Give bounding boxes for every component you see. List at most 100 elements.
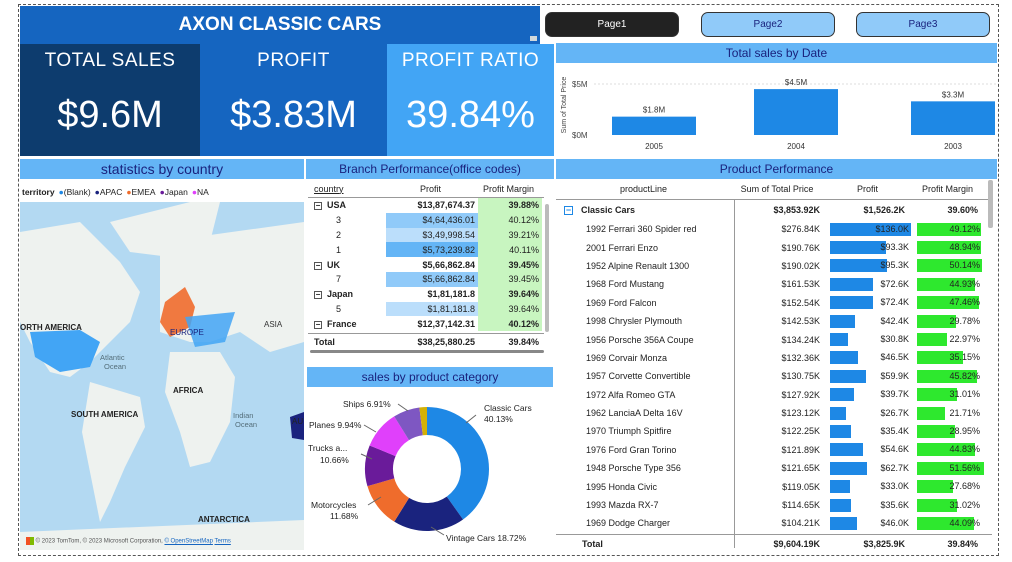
product-row[interactable]: 1993 Mazda RX-7 $114.65K $35.6K 31.02% bbox=[556, 496, 992, 514]
margin-bar-cell: 45.82% bbox=[917, 369, 984, 384]
collapse-icon[interactable]: − bbox=[314, 202, 322, 211]
profit-bar bbox=[830, 406, 846, 420]
slice-label: Motorcycles bbox=[311, 500, 356, 510]
terms-link[interactable]: Terms bbox=[214, 539, 230, 545]
legend-item: ●APAC bbox=[94, 187, 123, 197]
y-axis-label: Sum of Total Price bbox=[561, 77, 568, 134]
profit-bar bbox=[830, 333, 849, 347]
product-row[interactable]: 1970 Triumph Spitfire $122.25K $35.4K 28.95… bbox=[556, 422, 992, 440]
legend-item: ●(Blank) bbox=[58, 187, 91, 197]
collapse-icon[interactable]: − bbox=[564, 206, 573, 215]
legend-item: ●NA bbox=[191, 187, 209, 197]
branch-row[interactable]: 3 $4,64,436.01 40.12% bbox=[308, 212, 544, 228]
margin-bar bbox=[917, 333, 947, 347]
report-title: AXON CLASSIC CARS bbox=[20, 6, 540, 44]
collapse-icon[interactable]: − bbox=[314, 261, 322, 270]
category-title: sales by product category bbox=[307, 367, 553, 387]
branch-header-row: country Profit Profit Margin bbox=[308, 180, 544, 198]
margin-bar-cell: 31.02% bbox=[917, 498, 984, 513]
branch-title: Branch Performance(office codes) bbox=[306, 159, 554, 179]
branch-row[interactable]: 1 $5,73,239.82 40.11% bbox=[308, 242, 544, 258]
branch-row[interactable]: − UK $5,66,862.84 39.45% bbox=[308, 257, 544, 272]
product-row[interactable]: 1962 LanciaA Delta 16V $123.12K $26.7K 21.7… bbox=[556, 404, 992, 422]
profit-bar-cell: $35.4K bbox=[830, 424, 911, 439]
product-row[interactable]: 1969 Dodge Charger $104.21K $46.0K 44.09% bbox=[556, 514, 992, 532]
branch-total-row: Total $38,25,880.25 39.84% bbox=[308, 333, 544, 349]
map-label: AFRICA bbox=[173, 386, 203, 395]
product-row[interactable]: 1952 Alpine Renault 1300 $190.02K $95.3K 50… bbox=[556, 257, 992, 275]
branch-row[interactable]: 5 $1,81,181.8 39.64% bbox=[308, 301, 544, 317]
product-row[interactable]: 1956 Porsche 356A Coupe $134.24K $30.8K 22.… bbox=[556, 330, 992, 348]
branch-scrollbar[interactable] bbox=[545, 204, 549, 332]
osm-link[interactable]: © OpenStreetMap bbox=[164, 539, 212, 545]
profit-bar bbox=[830, 516, 858, 530]
product-row[interactable]: 1969 Corvair Monza $132.36K $46.5K 35.15% bbox=[556, 349, 992, 367]
kpi-total-sales: TOTAL SALES $9.6M bbox=[20, 44, 200, 156]
date-bar[interactable] bbox=[612, 116, 696, 135]
data-label: $1.8M bbox=[643, 106, 666, 115]
margin-bar bbox=[917, 406, 946, 420]
branch-row[interactable]: 7 $5,66,862.84 39.45% bbox=[308, 271, 544, 287]
product-row[interactable]: 1995 Honda Civic $119.05K $33.0K 27.68% bbox=[556, 477, 992, 495]
product-row[interactable]: 1976 Ford Gran Torino $121.89K $54.6K 44.83… bbox=[556, 441, 992, 459]
profit-bar-cell: $72.4K bbox=[830, 295, 911, 310]
data-label: $4.5M bbox=[785, 78, 808, 87]
branch-h-scrollbar[interactable] bbox=[310, 350, 544, 353]
y-tick: $0M bbox=[572, 131, 588, 140]
product-row[interactable]: 2001 Ferrari Enzo $190.76K $93.3K 48.94% bbox=[556, 238, 992, 256]
sales-by-date-chart: Sum of Total Price $5M $0M $1.8M 2005 $4.5… bbox=[561, 77, 997, 151]
date-bar[interactable] bbox=[911, 101, 995, 135]
microsoft-logo-icon bbox=[26, 537, 34, 545]
collapse-icon[interactable]: − bbox=[314, 320, 322, 329]
resize-handle[interactable] bbox=[530, 36, 537, 41]
map-label: ORTH AMERICA bbox=[20, 323, 82, 332]
date-bar[interactable] bbox=[754, 89, 838, 135]
product-row[interactable]: 1992 Ferrari 360 Spider red $276.84K $136.… bbox=[556, 220, 992, 238]
profit-bar-cell: $46.0K bbox=[830, 516, 911, 531]
page2-button[interactable]: Page2 bbox=[701, 12, 835, 37]
y-tick: $5M bbox=[572, 80, 588, 89]
branch-row[interactable]: 2 $3,49,998.54 39.21% bbox=[308, 227, 544, 243]
slice-label: 10.66% bbox=[320, 455, 349, 465]
page1-button[interactable]: Page1 bbox=[545, 12, 679, 37]
profit-bar bbox=[830, 498, 852, 512]
profit-bar-cell: $136.0K bbox=[830, 222, 911, 237]
product-row[interactable]: 1968 Ford Mustang $161.53K $72.6K 44.93% bbox=[556, 275, 992, 293]
product-row[interactable]: 1969 Ford Falcon $152.54K $72.4K 47.46% bbox=[556, 294, 992, 312]
profit-bar bbox=[830, 461, 868, 475]
margin-bar-cell: 21.71% bbox=[917, 406, 984, 421]
product-row[interactable]: 1972 Alfa Romeo GTA $127.92K $39.7K 31.01% bbox=[556, 386, 992, 404]
map-label: SOUTH AMERICA bbox=[71, 410, 138, 419]
product-title: Product Performance bbox=[556, 159, 997, 179]
product-row[interactable]: 1948 Porsche Type 356 $121.65K $62.7K 51.56… bbox=[556, 459, 992, 477]
margin-bar-cell: 51.56% bbox=[917, 461, 984, 476]
data-label: $3.3M bbox=[942, 90, 965, 99]
legend-item: ●EMEA bbox=[126, 187, 156, 197]
product-scrollbar[interactable] bbox=[988, 180, 993, 228]
collapse-icon[interactable]: − bbox=[314, 291, 322, 300]
branch-row[interactable]: − Japan $1,81,181.8 39.64% bbox=[308, 286, 544, 302]
product-row[interactable]: 1998 Chrysler Plymouth $142.53K $42.4K 29.7… bbox=[556, 312, 992, 330]
product-row[interactable]: 1957 Corvette Convertible $130.75K $59.9K 4… bbox=[556, 367, 992, 385]
kpi-label: PROFIT RATIO bbox=[401, 50, 540, 71]
margin-bar-cell: 44.83% bbox=[917, 442, 984, 457]
profit-bar-cell: $42.4K bbox=[830, 314, 911, 329]
branch-row[interactable]: − USA $13,87,674.37 39.88% bbox=[308, 198, 544, 213]
margin-bar-cell: 44.09% bbox=[917, 516, 984, 531]
kpi-profit-ratio: PROFIT RATIO 39.84% bbox=[387, 44, 554, 156]
branch-row[interactable]: − France $12,37,142.31 40.12% bbox=[308, 316, 544, 332]
profit-bar-cell: $93.3K bbox=[830, 240, 911, 255]
world-map[interactable]: ORTH AMERICA EUROPE ASIA Atlantic Ocean … bbox=[20, 202, 304, 550]
margin-bar-cell: 28.95% bbox=[917, 424, 984, 439]
profit-bar-cell: $30.8K bbox=[830, 332, 911, 347]
legend-title: territory bbox=[22, 187, 55, 197]
x-tick: 2004 bbox=[787, 142, 805, 151]
page3-button[interactable]: Page3 bbox=[856, 12, 990, 37]
product-header-row: productLine Sum of Total Price Profit Pr… bbox=[556, 178, 992, 200]
margin-bar-cell: 35.15% bbox=[917, 350, 984, 365]
slice-label: 11.68% bbox=[330, 511, 359, 521]
profit-bar bbox=[830, 480, 850, 494]
product-group-row[interactable]: − Classic Cars $3,853.92K $1,526.2K 39.60… bbox=[556, 200, 992, 220]
branch-table: country Profit Profit Margin − USA $13,87,… bbox=[308, 180, 544, 349]
map-label: ASIA bbox=[264, 320, 283, 329]
